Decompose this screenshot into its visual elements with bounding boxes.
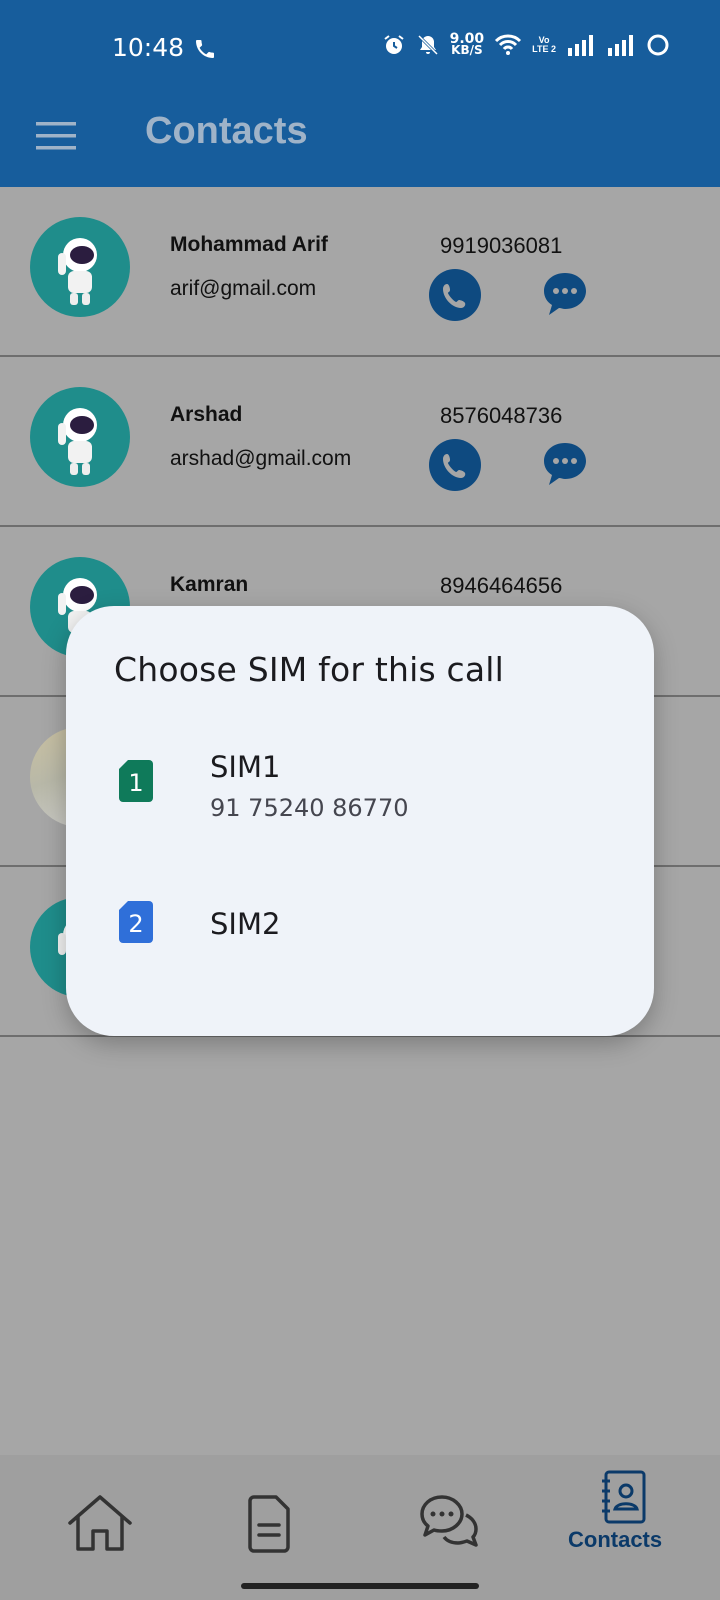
- menu-icon[interactable]: [36, 116, 78, 156]
- wifi-icon: [495, 34, 522, 55]
- network-speed: 9.00 KB/S: [450, 32, 485, 57]
- contact-email: arshad@gmail.com: [170, 447, 352, 470]
- page-title: Contacts: [145, 110, 308, 152]
- alarm-icon: [384, 35, 404, 54]
- phone-icon: [443, 454, 466, 478]
- astronaut-avatar: [30, 217, 130, 317]
- contact-email: arif@gmail.com: [170, 277, 317, 300]
- chat-bubble-icon: [544, 273, 586, 315]
- sim1-option[interactable]: 1 SIM1 91 75240 86770: [66, 716, 654, 866]
- contacts-book-icon[interactable]: [590, 1469, 660, 1533]
- document-icon[interactable]: [230, 1483, 310, 1563]
- contact-phone: 9919036081: [440, 233, 563, 258]
- dialog-title: Choose SIM for this call: [114, 650, 505, 689]
- sim1-number: 91 75240 86770: [210, 794, 409, 822]
- sim2-option[interactable]: 2 SIM2: [66, 881, 654, 1001]
- app-bar: Contacts: [0, 92, 720, 187]
- gesture-bar[interactable]: [241, 1583, 479, 1589]
- call-button[interactable]: [429, 439, 481, 491]
- contact-name: Mohammad Arif: [170, 233, 328, 256]
- signal-icon: [568, 35, 593, 56]
- battery-ring-icon: [647, 34, 669, 56]
- sim-chooser-dialog: Choose SIM for this call 1 SIM1 91 75240…: [66, 606, 654, 1036]
- sim-card-icon: 1: [119, 760, 153, 802]
- sim2-label: SIM2: [210, 907, 281, 941]
- message-button[interactable]: [540, 269, 590, 319]
- sim2-badge: 2: [128, 910, 143, 938]
- contact-card[interactable]: Mohammad Arif arif@gmail.com 9919036081: [0, 187, 720, 357]
- call-button[interactable]: [429, 269, 481, 321]
- status-time: 10:48: [112, 33, 185, 62]
- ongoing-call-icon: [196, 40, 214, 58]
- chat-bubble-icon: [544, 443, 586, 485]
- sim1-label: SIM1: [210, 750, 281, 784]
- astronaut-avatar: [30, 387, 130, 487]
- signal-icon: [608, 35, 633, 56]
- chat-icon[interactable]: [410, 1483, 490, 1563]
- volte-indicator: Vo LTE 2: [532, 36, 556, 54]
- sim-card-icon: 2: [119, 901, 153, 943]
- status-icons: 9.00 KB/S Vo LTE 2: [382, 32, 670, 57]
- astronaut-illustration: [58, 238, 97, 305]
- status-bar: 10:48 9.00 KB/S Vo LTE 2: [0, 0, 720, 92]
- bottom-navigation: Contacts: [0, 1455, 720, 1600]
- network-speed-unit: KB/S: [451, 43, 483, 57]
- phone-icon: [443, 284, 466, 308]
- volte-line2: LTE 2: [532, 44, 556, 54]
- message-button[interactable]: [540, 439, 590, 489]
- contact-phone: 8946464656: [440, 573, 563, 598]
- contact-card[interactable]: Arshad arshad@gmail.com 8576048736: [0, 357, 720, 527]
- mute-bell-icon: [417, 34, 438, 56]
- astronaut-illustration: [58, 408, 97, 475]
- contact-phone: 8576048736: [440, 403, 563, 428]
- contact-name: Arshad: [170, 403, 243, 426]
- sim1-badge: 1: [128, 769, 143, 797]
- home-icon[interactable]: [60, 1483, 140, 1563]
- contact-name: Kamran: [170, 573, 249, 596]
- nav-label-contacts[interactable]: Contacts: [568, 1527, 662, 1553]
